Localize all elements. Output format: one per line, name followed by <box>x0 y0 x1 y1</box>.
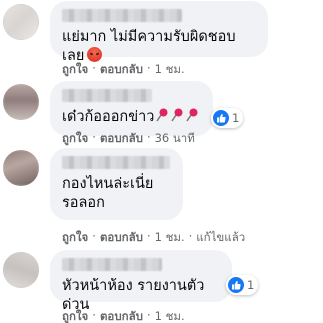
pushpin-icon <box>156 108 168 122</box>
blurred-author-name[interactable] <box>62 9 182 22</box>
blurred-author-name[interactable] <box>62 156 170 169</box>
separator: · <box>92 61 96 75</box>
like-link[interactable]: ถูกใจ <box>62 308 88 323</box>
timestamp[interactable]: 1 ชม. <box>155 308 185 323</box>
comment-text: กองไหนล่ะเนี่ย รอลอก <box>62 176 154 211</box>
comment-actions: ถูกใจ · ตอบกลับ · 36 นาที <box>62 130 195 148</box>
comment-actions: ถูกใจ · ตอบกลับ · 1 ชม. · แก้ไขแล้ว <box>62 229 245 247</box>
reaction-summary[interactable]: 1 <box>226 275 259 295</box>
reaction-count: 1 <box>232 111 240 125</box>
comment-bubble: เด๋วก้อออกข่าว <box>50 81 213 136</box>
separator: · <box>146 61 151 75</box>
avatar[interactable] <box>3 4 39 40</box>
timestamp[interactable]: 1 ชม. <box>155 61 185 79</box>
timestamp[interactable]: 1 ชม. <box>155 229 185 247</box>
avatar[interactable] <box>3 84 39 120</box>
separator: · <box>92 229 96 243</box>
comment-bubble: หัวหน้าห้อง รายงานตัวด่วน <box>50 250 232 313</box>
comment-bubble: กองไหนล่ะเนี่ย รอลอก <box>50 148 183 220</box>
reply-link[interactable]: ตอบกลับ <box>100 229 143 247</box>
edited-label[interactable]: แก้ไขแล้ว <box>196 229 245 247</box>
pushpin-icon <box>186 108 198 122</box>
like-link[interactable]: ถูกใจ <box>62 130 88 148</box>
angry-face-icon <box>87 47 103 62</box>
separator: · <box>146 130 151 144</box>
separator: · <box>188 229 193 243</box>
separator: · <box>146 308 151 322</box>
comment-text: เด๋วก้อออกข่าว <box>62 109 155 125</box>
separator: · <box>146 229 151 243</box>
comment-bubble: แย่มาก ไม่มีความรับผิดชอบเลย <box>50 1 268 64</box>
like-reaction-icon <box>213 110 229 126</box>
reply-link[interactable]: ตอบกลับ <box>100 130 143 148</box>
comment-actions: ถูกใจ · ตอบกลับ · 1 ชม. <box>62 61 185 79</box>
comment-actions: ถูกใจ · ตอบกลับ · 1 ชม. <box>62 308 185 323</box>
blurred-author-name[interactable] <box>62 258 162 271</box>
blurred-author-name[interactable] <box>62 89 152 102</box>
timestamp[interactable]: 36 นาที <box>155 130 195 148</box>
reply-link[interactable]: ตอบกลับ <box>100 61 143 79</box>
separator: · <box>92 308 96 322</box>
separator: · <box>92 130 96 144</box>
reaction-count: 1 <box>247 278 255 292</box>
reply-link[interactable]: ตอบกลับ <box>100 308 143 323</box>
avatar[interactable] <box>3 252 39 288</box>
avatar[interactable] <box>3 150 39 186</box>
like-link[interactable]: ถูกใจ <box>62 61 88 79</box>
reaction-summary[interactable]: 1 <box>211 108 244 128</box>
like-reaction-icon <box>228 277 244 293</box>
pushpin-icon <box>171 108 183 122</box>
like-link[interactable]: ถูกใจ <box>62 229 88 247</box>
